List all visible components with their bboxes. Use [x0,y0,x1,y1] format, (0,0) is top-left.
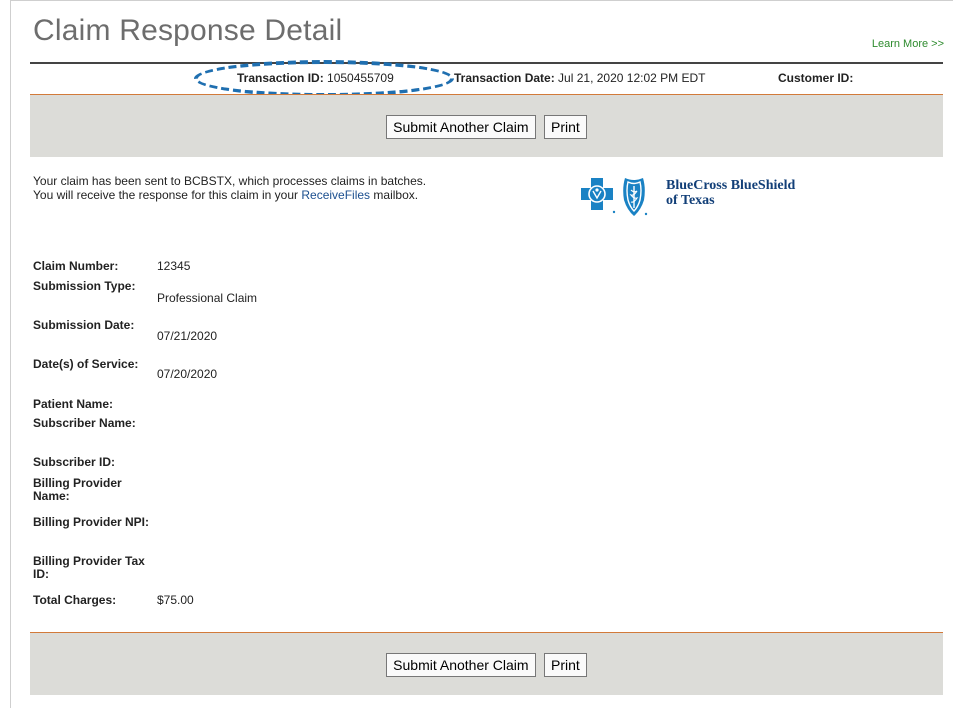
bcbs-texas-logo: BlueCross BlueShield of Texas [578,174,838,220]
detail-label: Billing Provider Name: [33,476,122,503]
detail-label: Date(s) of Service: [33,357,139,371]
transaction-date: Transaction Date: Jul 21, 2020 12:02 PM … [454,64,705,93]
bottom-button-bar: Submit Another Claim Print [30,632,943,695]
detail-value: 07/21/2020 [157,329,218,343]
logo-text: BlueCross BlueShield of Texas [666,178,795,208]
logo-text-line2: of Texas [666,193,715,208]
message-text-1: Your claim has been sent to [33,174,184,188]
detail-label: Submission Date: [33,318,135,332]
learn-more-link[interactable]: Learn More >> [872,38,944,50]
detail-label: Billing Provider Tax ID: [33,554,145,581]
print-button[interactable]: Print [544,115,587,139]
top-button-bar: Submit Another Claim Print [30,94,943,157]
message-text-2: , which processes claims in batches. [232,174,427,188]
highlight-annotation-oval [194,60,454,97]
transaction-date-value: Jul 21, 2020 12:02 PM EDT [558,71,706,85]
transaction-date-label: Transaction Date: [454,71,555,85]
claim-sent-message: Your claim has been sent to BCBSTX, whic… [33,174,463,202]
detail-label: Claim Number: [33,259,119,273]
detail-label: Subscriber ID: [33,455,116,469]
customer-id: Customer ID: [778,64,853,93]
logo-text-line1: BlueCross BlueShield [666,178,796,193]
detail-value: Professional Claim [157,291,258,305]
detail-label: Subscriber Name: [33,416,136,430]
customer-id-label: Customer ID: [778,71,854,85]
transaction-info-row: Transaction ID: 1050455709 Transaction D… [30,64,943,93]
page-title: Claim Response Detail [33,14,343,47]
receivefiles-link[interactable]: ReceiveFiles [301,188,370,202]
detail-value: $75.00 [157,593,194,607]
detail-value: 12345 [157,259,191,273]
detail-label: Patient Name: [33,397,114,411]
detail-value: 07/20/2020 [157,367,218,381]
print-button-bottom[interactable]: Print [544,653,587,677]
submit-another-claim-button[interactable]: Submit Another Claim [386,115,536,139]
detail-label: Billing Provider NPI: [33,515,150,529]
payer-name: BCBSTX [183,174,232,188]
detail-label: Total Charges: [33,593,117,607]
message-text-3: You will receive the response for this c… [33,188,302,202]
top-button-group: Submit Another Claim Print [30,115,943,139]
message-text-4: mailbox. [370,188,419,202]
bcbs-cross-shield-icon [581,178,648,216]
detail-label: Submission Type: [33,279,136,293]
bottom-button-group: Submit Another Claim Print [30,653,943,677]
submit-another-claim-button-bottom[interactable]: Submit Another Claim [386,653,536,677]
